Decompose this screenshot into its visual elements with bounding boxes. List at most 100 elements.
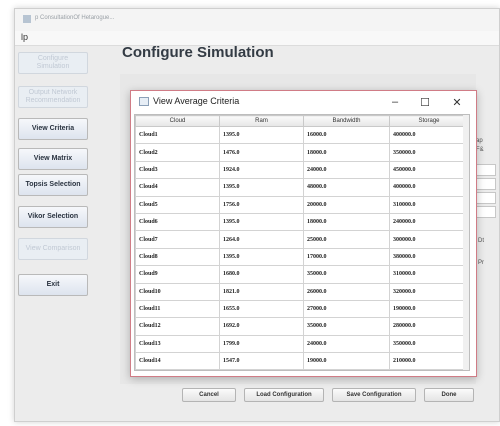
- footer-buttons: Cancel Load Configuration Save Configura…: [160, 388, 478, 408]
- table-cell: Cloud8: [135, 247, 220, 267]
- view-matrix-button[interactable]: View Matrix: [18, 148, 88, 170]
- table-row[interactable]: Cloud14 1547.0 19000.0 210000.0: [135, 352, 469, 370]
- table-cell: 280000.0: [389, 317, 469, 336]
- partial-label: Dt: [478, 238, 484, 244]
- table-row[interactable]: Cloud9 1680.0 35000.0 310000.0: [135, 265, 469, 284]
- column-header-storage[interactable]: Storage: [389, 115, 469, 127]
- partial-input[interactable]: [476, 164, 496, 176]
- table-row[interactable]: Cloud1 1395.0 16000.0 400000.0: [135, 125, 469, 145]
- column-header-bandwidth[interactable]: Bandwidth: [303, 115, 390, 127]
- table-cell: 1547.0: [219, 352, 304, 370]
- table-cell: Cloud1: [135, 125, 220, 145]
- table-cell: 1799.0: [219, 334, 304, 354]
- table-cell: 1395.0: [219, 212, 304, 232]
- table-cell: 26000.0: [303, 282, 390, 301]
- table-cell: 310000.0: [389, 265, 469, 284]
- table-cell: 1264.0: [219, 230, 304, 249]
- table-cell: 1655.0: [219, 299, 304, 319]
- table-cell: 20000.0: [303, 195, 390, 214]
- table-cell: Cloud14: [135, 352, 220, 370]
- table-cell: Cloud3: [135, 160, 220, 180]
- table-row[interactable]: Cloud4 1395.0 48000.0 400000.0: [135, 178, 469, 197]
- done-button[interactable]: Done: [424, 388, 474, 402]
- table-cell: 240000.0: [389, 212, 469, 232]
- table-cell: 35000.0: [303, 265, 390, 284]
- table-cell: 1395.0: [219, 178, 304, 197]
- table-cell: 400000.0: [389, 125, 469, 145]
- configure-simulation-button[interactable]: Configure Simulation: [18, 52, 88, 74]
- partial-input[interactable]: [476, 192, 496, 204]
- window-title: p ConsultationOf Hetarogue...: [35, 15, 115, 21]
- table-cell: 1821.0: [219, 282, 304, 301]
- column-header-ram[interactable]: Ram: [219, 115, 304, 127]
- table-cell: 1756.0: [219, 195, 304, 214]
- page-title: Configure Simulation: [122, 44, 274, 61]
- table-cell: Cloud12: [135, 317, 220, 336]
- partial-label: F&: [476, 147, 484, 153]
- table-row[interactable]: Cloud7 1264.0 25000.0 300000.0: [135, 230, 469, 249]
- table-cell: 1395.0: [219, 247, 304, 267]
- column-header-cloud[interactable]: Cloud: [135, 115, 220, 127]
- table-cell: 27000.0: [303, 299, 390, 319]
- partial-input[interactable]: [476, 206, 496, 218]
- window-icon: [139, 97, 149, 106]
- load-configuration-button[interactable]: Load Configuration: [244, 388, 324, 402]
- topsis-selection-button[interactable]: Topsis Selection: [18, 174, 88, 196]
- view-comparison-button[interactable]: View Comparison: [18, 238, 88, 260]
- table-row[interactable]: Cloud2 1476.0 18000.0 350000.0: [135, 143, 469, 162]
- dialog-titlebar: View Average Criteria – ☐ ✕: [131, 91, 476, 113]
- table-cell: 19000.0: [303, 352, 390, 370]
- table-cell: 210000.0: [389, 352, 469, 370]
- table-cell: Cloud4: [135, 178, 220, 197]
- table-cell: Cloud13: [135, 334, 220, 354]
- app-icon: [23, 15, 31, 23]
- maximize-icon[interactable]: ☐: [413, 93, 437, 111]
- table-cell: Cloud11: [135, 299, 220, 319]
- view-criteria-button[interactable]: View Criteria: [18, 118, 88, 140]
- table-cell: 350000.0: [389, 143, 469, 162]
- table-cell: 1680.0: [219, 265, 304, 284]
- table-cell: Cloud5: [135, 195, 220, 214]
- table-cell: 18000.0: [303, 212, 390, 232]
- partial-label: ap: [476, 138, 483, 144]
- table-row[interactable]: Cloud6 1395.0 18000.0 240000.0: [135, 212, 469, 232]
- menu-help[interactable]: lp: [21, 32, 28, 42]
- table-row[interactable]: Cloud8 1395.0 17000.0 380000.0: [135, 247, 469, 267]
- minimize-icon[interactable]: –: [383, 93, 407, 111]
- table-row[interactable]: Cloud12 1692.0 35000.0 280000.0: [135, 317, 469, 336]
- table-cell: 1395.0: [219, 125, 304, 145]
- table-row[interactable]: Cloud13 1799.0 24000.0 350000.0: [135, 334, 469, 354]
- table-cell: 190000.0: [389, 299, 469, 319]
- table-cell: 35000.0: [303, 317, 390, 336]
- table-row[interactable]: Cloud5 1756.0 20000.0 310000.0: [135, 195, 469, 214]
- table-cell: 380000.0: [389, 247, 469, 267]
- cancel-button[interactable]: Cancel: [182, 388, 236, 402]
- vertical-scrollbar[interactable]: [463, 115, 469, 370]
- table-cell: 17000.0: [303, 247, 390, 267]
- vikor-selection-button[interactable]: Vikor Selection: [18, 206, 88, 228]
- table-cell: Cloud6: [135, 212, 220, 232]
- table-cell: Cloud9: [135, 265, 220, 284]
- table-row[interactable]: Cloud10 1821.0 26000.0 320000.0: [135, 282, 469, 301]
- table-cell: 18000.0: [303, 143, 390, 162]
- table-cell: 320000.0: [389, 282, 469, 301]
- table-cell: 24000.0: [303, 160, 390, 180]
- table-cell: 300000.0: [389, 230, 469, 249]
- table-cell: 310000.0: [389, 195, 469, 214]
- criteria-table[interactable]: Cloud Ram Bandwidth Storage Cloud1 1395.0…: [134, 114, 470, 371]
- table-row[interactable]: Cloud11 1655.0 27000.0 190000.0: [135, 299, 469, 319]
- partial-label: Pr: [478, 260, 484, 266]
- save-configuration-button[interactable]: Save Configuration: [332, 388, 416, 402]
- table-row[interactable]: Cloud3 1924.0 24000.0 450000.0: [135, 160, 469, 180]
- table-cell: 24000.0: [303, 334, 390, 354]
- partial-input[interactable]: [476, 178, 496, 190]
- exit-button[interactable]: Exit: [18, 274, 88, 296]
- table-cell: 25000.0: [303, 230, 390, 249]
- window-titlebar: p ConsultationOf Hetarogue...: [15, 9, 499, 31]
- close-icon[interactable]: ✕: [445, 93, 469, 111]
- table-cell: 1924.0: [219, 160, 304, 180]
- table-cell: 450000.0: [389, 160, 469, 180]
- table-cell: 48000.0: [303, 178, 390, 197]
- table-cell: 1692.0: [219, 317, 304, 336]
- output-network-recommendation-button[interactable]: Output Network Recommendation: [18, 86, 88, 108]
